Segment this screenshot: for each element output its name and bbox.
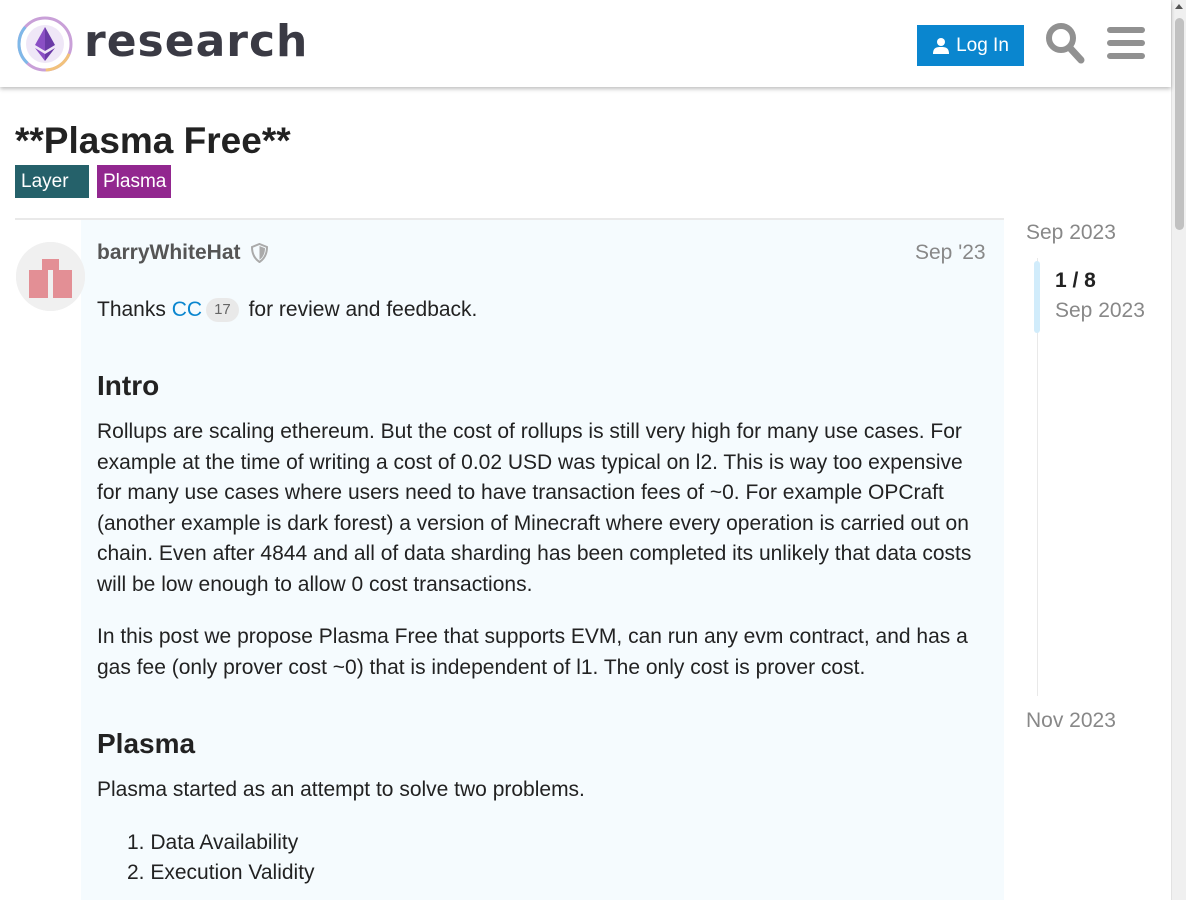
login-label: Log In <box>956 34 1009 56</box>
scroll-thumb[interactable] <box>1175 18 1184 230</box>
post-date[interactable]: Sep '23 <box>915 240 986 266</box>
hamburger-menu-icon[interactable] <box>1107 25 1145 61</box>
thanks-paragraph: Thanks CC 17 for review and feedback. <box>97 295 992 326</box>
timeline-current-date: Sep 2023 <box>1055 299 1145 322</box>
timeline-start-date[interactable]: Sep 2023 <box>1026 220 1116 246</box>
mention-link[interactable]: CC <box>172 298 202 321</box>
shield-icon <box>250 243 269 263</box>
user-icon <box>933 37 950 54</box>
post-author[interactable]: barryWhiteHat <box>97 240 241 266</box>
plasma-paragraph-1: Plasma started as an attempt to solve tw… <box>97 778 585 801</box>
avatar[interactable] <box>16 242 85 311</box>
tag-plasma[interactable]: Plasma <box>97 165 171 198</box>
ethereum-research-logo-icon[interactable] <box>16 15 74 73</box>
list-item: 2. Execution Validity <box>127 861 315 884</box>
intro-paragraph-2: In this post we propose Plasma Free that… <box>97 625 968 679</box>
thanks-suffix: for review and feedback. <box>248 298 478 321</box>
mention-count-badge: 17 <box>206 298 239 322</box>
site-header: research Log In <box>0 0 1171 87</box>
page-scrollbar[interactable] <box>1171 0 1186 900</box>
site-name[interactable]: research <box>84 14 308 70</box>
scroll-up-arrow-icon[interactable] <box>1175 4 1183 9</box>
topic-title[interactable]: **Plasma Free** <box>15 118 291 164</box>
search-icon[interactable] <box>1045 22 1085 64</box>
timeline-end-date[interactable]: Nov 2023 <box>1026 708 1116 734</box>
timeline-position: 1 / 8 <box>1055 269 1096 292</box>
intro-paragraph-1: Rollups are scaling ethereum. But the co… <box>97 420 972 596</box>
tag-layer-2[interactable]: Layer 2 <box>15 165 89 225</box>
list-item: 1. Data Availability <box>127 831 299 854</box>
timeline-handle[interactable] <box>1034 261 1040 333</box>
thanks-prefix: Thanks <box>97 298 166 321</box>
intro-heading: Intro <box>97 370 160 401</box>
login-button[interactable]: Log In <box>917 25 1024 66</box>
plasma-heading: Plasma <box>97 728 196 759</box>
